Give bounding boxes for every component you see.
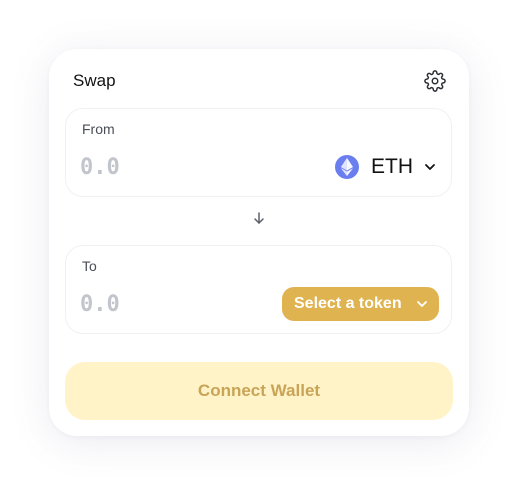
swap-title: Swap [73,71,116,90]
swap-header: Swap [73,67,447,95]
arrow-down-icon[interactable] [251,210,267,226]
to-panel: To Select a token [65,245,452,334]
connect-wallet-button[interactable]: Connect Wallet [65,362,453,420]
chevron-down-icon [415,297,429,311]
swap-card: Swap From ETH [49,49,469,436]
from-token-symbol: ETH [371,155,413,178]
from-label: From [82,121,115,137]
ethereum-icon [335,155,359,179]
to-amount-input[interactable] [80,289,260,319]
select-token-label: Select a token [294,295,402,312]
from-token-selector[interactable]: ETH [335,150,437,184]
gear-icon[interactable] [423,69,447,93]
from-panel: From ETH [65,108,452,197]
chevron-down-icon [423,160,437,174]
to-label: To [82,258,97,274]
from-amount-input[interactable] [80,152,260,182]
select-token-button[interactable]: Select a token [282,287,439,321]
